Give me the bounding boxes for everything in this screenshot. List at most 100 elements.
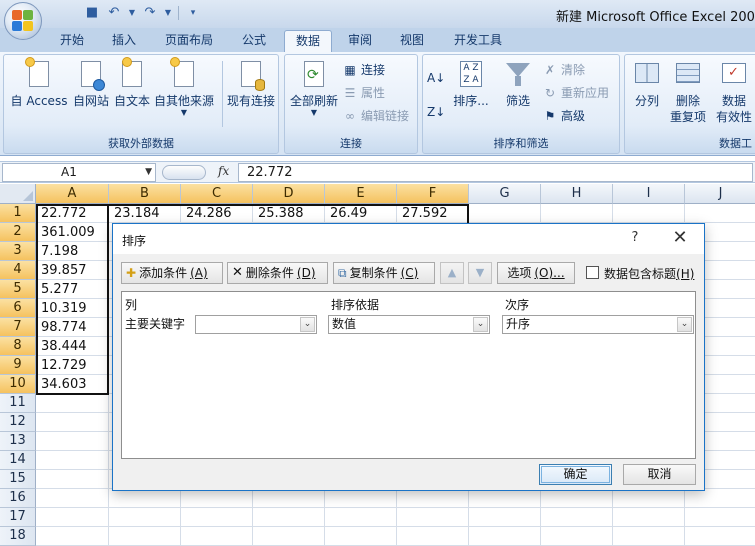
delete-level-button[interactable]: ✕ 删除条件 (D) [227, 262, 328, 284]
order-select[interactable]: 升序 ⌄ [502, 315, 694, 334]
connections-button[interactable]: ▦ 连接 [343, 61, 385, 78]
row-header-8[interactable]: 8 [0, 337, 36, 356]
cell-c1[interactable]: 24.286 [181, 204, 253, 223]
from-other-sources-button[interactable]: 自其他来源 ▼ [152, 57, 216, 117]
tab-home[interactable]: 开始 [56, 30, 88, 52]
row-header-12[interactable]: 12 [0, 413, 36, 432]
reapply-button[interactable]: ↻ 重新应用 [543, 84, 609, 101]
save-icon[interactable]: ■ [84, 5, 100, 21]
from-web-button[interactable]: 自网站 [70, 59, 112, 109]
copy-level-button[interactable]: ⧉ 复制条件 (C) [333, 262, 435, 284]
has-headers-checkbox[interactable] [586, 266, 599, 279]
customize-qat-icon[interactable]: ▾ [185, 5, 201, 21]
row-header-4[interactable]: 4 [0, 261, 36, 280]
existing-connections-button[interactable]: 现有连接 [224, 59, 278, 109]
properties-button[interactable]: ☰ 属性 [343, 84, 385, 101]
close-icon[interactable]: ✕ [669, 227, 691, 248]
redo-dropdown-icon[interactable]: ▼ [164, 5, 172, 21]
column-header-b[interactable]: B [109, 184, 181, 204]
column-header-a[interactable]: A [36, 184, 109, 204]
text-to-columns-button[interactable]: 分列 [627, 59, 667, 109]
from-access-button[interactable]: 自 Access [6, 57, 72, 109]
column-header-g[interactable]: G [469, 184, 541, 204]
cell-d1[interactable]: 25.388 [253, 204, 325, 223]
cell-a9[interactable]: 12.729 [36, 356, 109, 375]
move-up-arrow-icon[interactable]: ▲ [440, 262, 464, 284]
cell-f1[interactable]: 27.592 [397, 204, 469, 223]
row-header-5[interactable]: 5 [0, 280, 36, 299]
cell-a3[interactable]: 7.198 [36, 242, 109, 261]
cell-e1[interactable]: 26.49 [325, 204, 397, 223]
select-all-corner[interactable] [0, 184, 36, 204]
ok-button[interactable]: 确定 [539, 464, 612, 485]
column-header-j[interactable]: J [685, 184, 755, 204]
row-header-17[interactable]: 17 [0, 508, 36, 527]
row-header-10[interactable]: 10 [0, 375, 36, 394]
remove-duplicates-button[interactable]: 删除 重复项 [667, 59, 709, 125]
row-header-18[interactable]: 18 [0, 527, 36, 546]
tab-insert[interactable]: 插入 [108, 30, 140, 52]
redo-icon[interactable]: ↷ [142, 5, 158, 21]
undo-dropdown-icon[interactable]: ▼ [128, 5, 136, 21]
cancel-button[interactable]: 取消 [623, 464, 696, 485]
row-header-3[interactable]: 3 [0, 242, 36, 261]
cell-a5[interactable]: 5.277 [36, 280, 109, 299]
move-down-arrow-icon[interactable]: ▼ [468, 262, 492, 284]
chevron-down-icon[interactable]: ▼ [145, 164, 152, 181]
tab-view[interactable]: 视图 [396, 30, 428, 52]
cell-a10[interactable]: 34.603 [36, 375, 109, 394]
cell-a8[interactable]: 38.444 [36, 337, 109, 356]
formula-cancel-enter-pill[interactable] [162, 165, 206, 180]
sort-desc-button[interactable]: Z↓ [427, 105, 445, 119]
row-header-6[interactable]: 6 [0, 299, 36, 318]
clear-filter-button[interactable]: ✗ 清除 [543, 61, 585, 78]
tab-page-layout[interactable]: 页面布局 [161, 30, 217, 52]
formula-input[interactable]: 22.772 [238, 163, 753, 182]
office-button[interactable] [4, 2, 42, 40]
advanced-filter-button[interactable]: ⚑ 高级 [543, 107, 585, 124]
tab-developer[interactable]: 开发工具 [450, 30, 506, 52]
column-header-e[interactable]: E [325, 184, 397, 204]
cell-a4[interactable]: 39.857 [36, 261, 109, 280]
row-header-11[interactable]: 11 [0, 394, 36, 413]
sort-on-select[interactable]: 数值 ⌄ [328, 315, 490, 334]
cell-b1[interactable]: 23.184 [109, 204, 181, 223]
row-header-16[interactable]: 16 [0, 489, 36, 508]
row-header-13[interactable]: 13 [0, 432, 36, 451]
cell-a2[interactable]: 361.009 [36, 223, 109, 242]
row-header-14[interactable]: 14 [0, 451, 36, 470]
row-header-1[interactable]: 1 [0, 204, 36, 223]
tab-review[interactable]: 审阅 [344, 30, 376, 52]
from-text-button[interactable]: 自文本 [112, 57, 152, 109]
row-header-7[interactable]: 7 [0, 318, 36, 337]
sort-asc-button[interactable]: A↓ [427, 71, 445, 85]
tab-formulas[interactable]: 公式 [238, 30, 270, 52]
options-button[interactable]: 选项 (O)... [497, 262, 575, 284]
row-header-9[interactable]: 9 [0, 356, 36, 375]
column-header-d[interactable]: D [253, 184, 325, 204]
filter-button[interactable]: 筛选 [497, 59, 539, 109]
sort-button[interactable]: A ZZ A 排序... [447, 59, 495, 109]
refresh-all-button[interactable]: ⟳ 全部刷新 ▼ [287, 59, 341, 117]
cell-a6[interactable]: 10.319 [36, 299, 109, 318]
insert-function-icon[interactable]: fx [218, 164, 229, 178]
cell-a7[interactable]: 98.774 [36, 318, 109, 337]
column-header-i[interactable]: I [613, 184, 685, 204]
chevron-down-icon[interactable]: ⌄ [300, 317, 315, 332]
chevron-down-icon[interactable]: ⌄ [473, 317, 488, 332]
column-header-f[interactable]: F [397, 184, 469, 204]
undo-icon[interactable]: ↶ [106, 5, 122, 21]
column-header-c[interactable]: C [181, 184, 253, 204]
column-header-h[interactable]: H [541, 184, 613, 204]
edit-links-button[interactable]: ∞ 编辑链接 [343, 107, 409, 124]
row-header-2[interactable]: 2 [0, 223, 36, 242]
data-validation-button[interactable]: ✓ 数据 有效性 [711, 59, 755, 125]
sort-level-row[interactable]: 主要关键字 ⌄ 数值 ⌄ 升序 ⌄ [122, 314, 695, 334]
chevron-down-icon[interactable]: ⌄ [677, 317, 692, 332]
add-level-button[interactable]: ✚ 添加条件 (A) [121, 262, 223, 284]
cell-a1[interactable]: 22.772 [36, 204, 109, 223]
row-header-15[interactable]: 15 [0, 470, 36, 489]
tab-data[interactable]: 数据 [284, 30, 332, 52]
help-button[interactable]: ? [625, 230, 645, 245]
column-select[interactable]: ⌄ [195, 315, 317, 334]
